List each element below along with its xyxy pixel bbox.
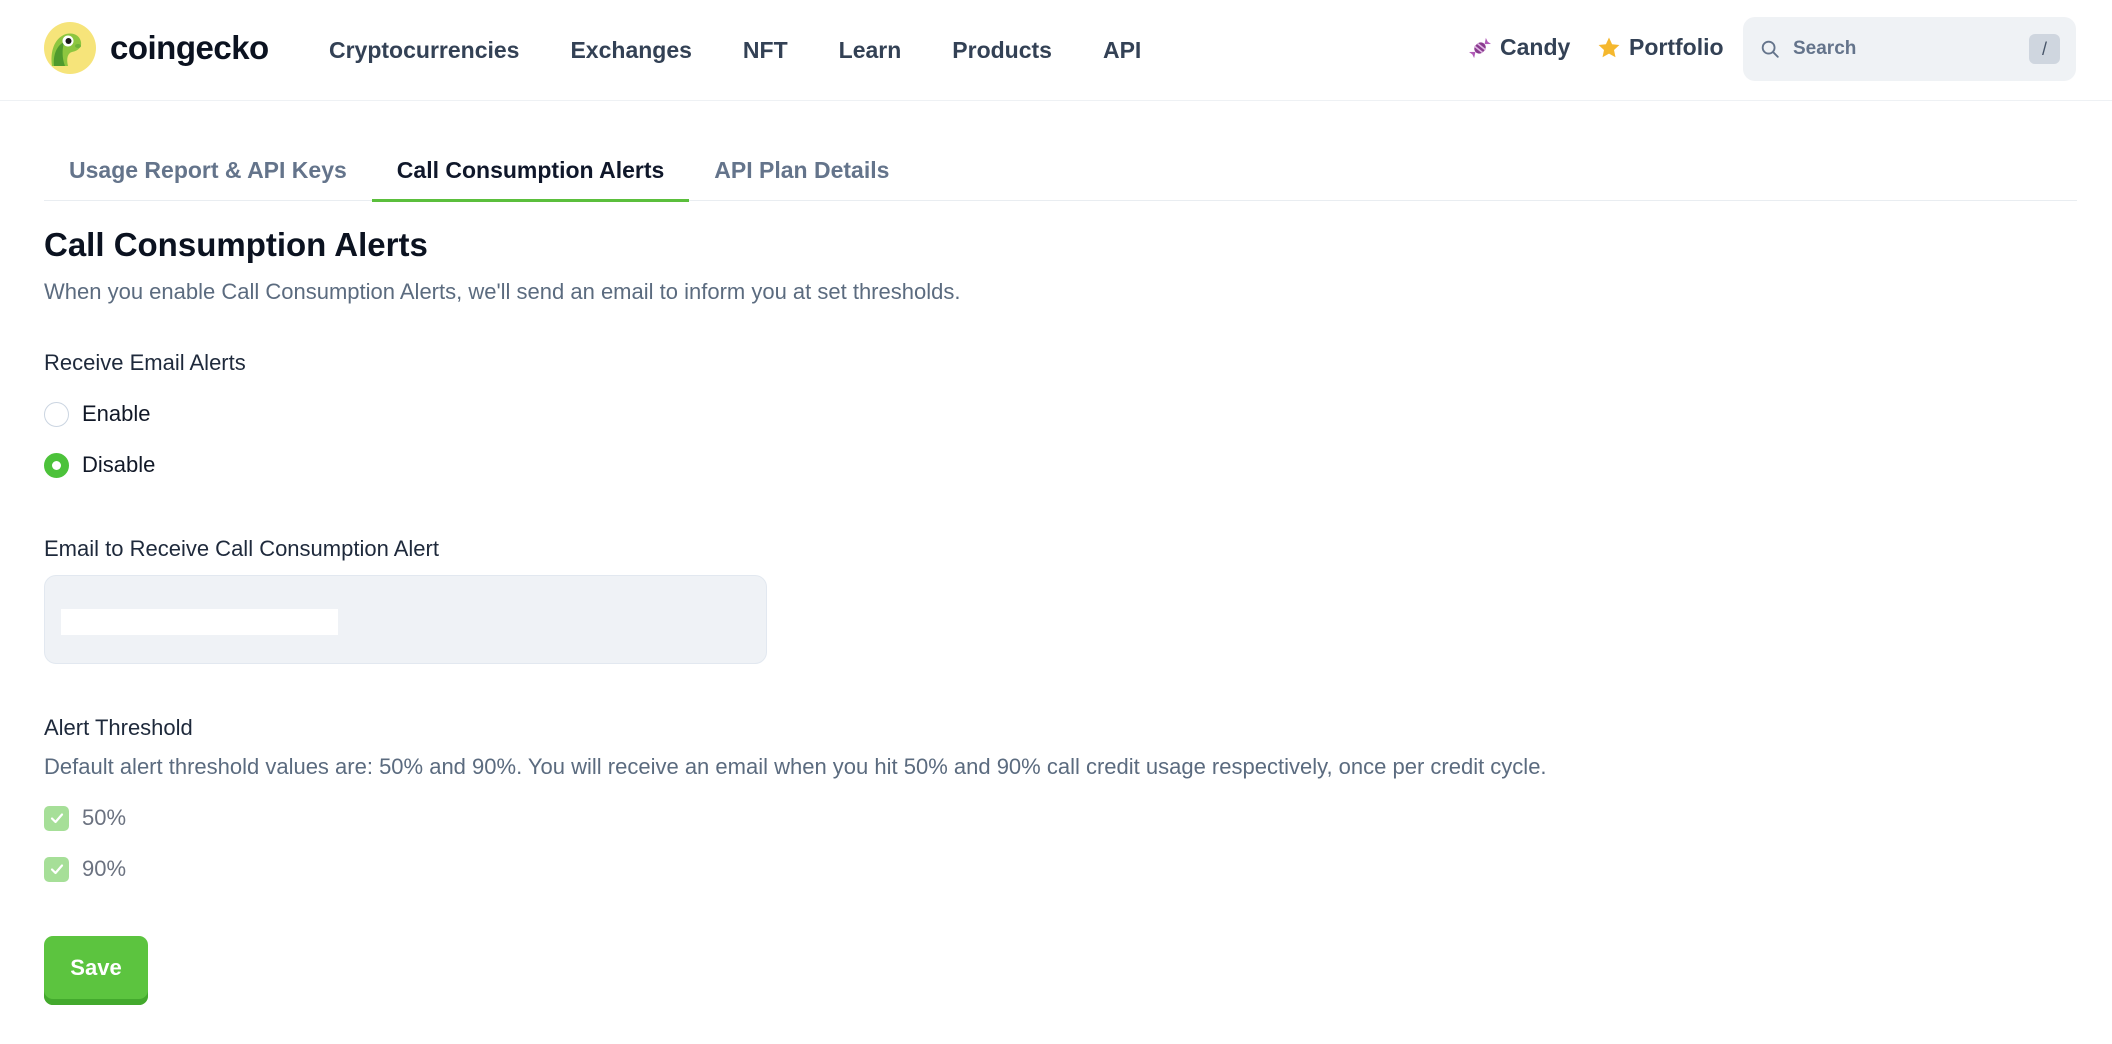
page-description: When you enable Call Consumption Alerts,…	[44, 279, 961, 304]
checkbox-90[interactable]: 90%	[44, 856, 126, 882]
email-field-label: Email to Receive Call Consumption Alert	[44, 536, 439, 561]
radio-disable-label: Disable	[82, 452, 156, 477]
tab-usage-report[interactable]: Usage Report & API Keys	[44, 140, 372, 201]
checkbox-50[interactable]: 50%	[44, 805, 126, 831]
top-header: coingecko Cryptocurrencies Exchanges NFT…	[0, 0, 2112, 101]
portfolio-label: Portfolio	[1629, 34, 1724, 60]
alert-threshold-label: Alert Threshold	[44, 715, 193, 740]
check-icon	[50, 864, 63, 875]
alert-threshold-description: Default alert threshold values are: 50% …	[44, 754, 1547, 779]
email-alerts-label: Receive Email Alerts	[44, 350, 246, 375]
search-box[interactable]: /	[1743, 17, 2076, 81]
check-icon	[50, 813, 63, 824]
page-title: Call Consumption Alerts	[44, 226, 428, 263]
save-button[interactable]: Save	[44, 936, 148, 1005]
brand-name: coingecko	[110, 29, 269, 66]
nav-products[interactable]: Products	[952, 37, 1052, 64]
email-field[interactable]	[44, 575, 767, 664]
nav-exchanges[interactable]: Exchanges	[570, 37, 691, 64]
radio-disable[interactable]: Disable	[44, 452, 155, 478]
candy-link[interactable]: Candy	[1468, 34, 1570, 61]
candy-label: Candy	[1500, 34, 1571, 60]
candy-icon	[1469, 37, 1491, 58]
tab-api-plan-details[interactable]: API Plan Details	[689, 140, 914, 201]
checkbox-90-label: 90%	[82, 856, 127, 881]
nav-learn[interactable]: Learn	[839, 37, 902, 64]
api-dashboard-tabs: Usage Report & API Keys Call Consumption…	[44, 140, 2077, 202]
coingecko-logo[interactable]: coingecko	[44, 22, 269, 74]
radio-disable-indicator[interactable]	[44, 452, 69, 478]
tab-call-consumption-alerts[interactable]: Call Consumption Alerts	[371, 140, 690, 202]
radio-enable-indicator[interactable]	[44, 401, 69, 427]
nav-nft[interactable]: NFT	[743, 37, 788, 64]
portfolio-link[interactable]: Portfolio	[1597, 34, 1724, 61]
radio-enable[interactable]: Enable	[44, 401, 151, 427]
nav-api[interactable]: API	[1103, 37, 1141, 64]
main-nav: Cryptocurrencies Exchanges NFT Learn Pro…	[329, 0, 1141, 100]
star-icon	[1598, 37, 1620, 57]
email-redacted-value	[61, 609, 338, 635]
checkbox-90-indicator[interactable]	[44, 856, 69, 882]
search-icon	[1761, 40, 1779, 58]
nav-cryptocurrencies[interactable]: Cryptocurrencies	[329, 37, 519, 64]
checkbox-50-label: 50%	[82, 805, 127, 830]
search-shortcut-key: /	[2029, 34, 2060, 64]
gecko-logo-icon	[44, 22, 96, 74]
radio-enable-label: Enable	[82, 401, 151, 426]
checkbox-50-indicator[interactable]	[44, 805, 69, 831]
search-input[interactable]	[1793, 38, 2013, 60]
